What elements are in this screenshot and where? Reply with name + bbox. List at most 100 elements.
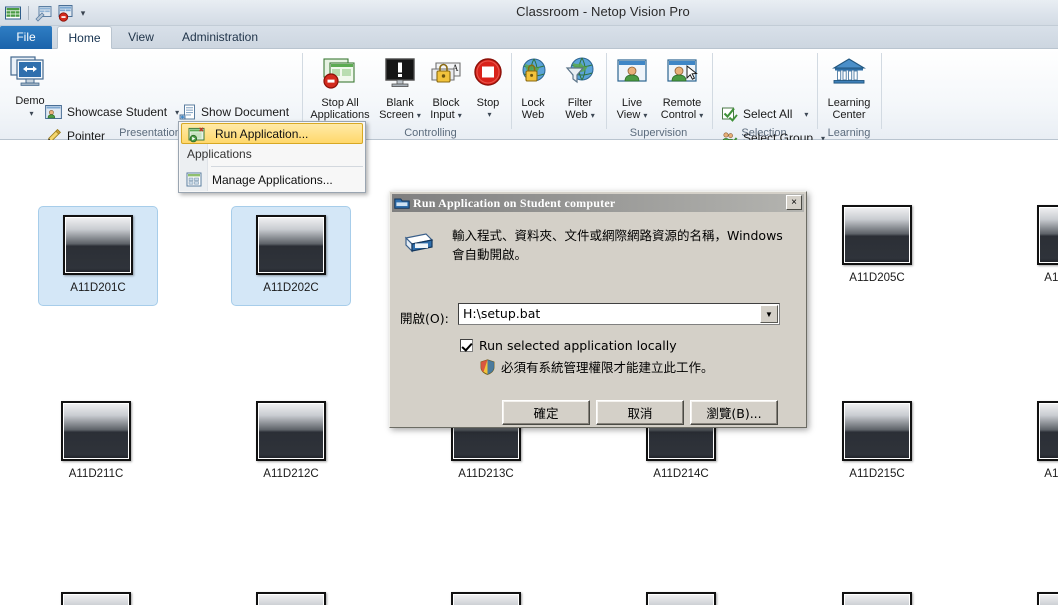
- run-application-dialog[interactable]: Run Application on Student computer × 輸入…: [389, 191, 807, 428]
- group-divider-6: [881, 53, 882, 129]
- student-screen-preview: [842, 592, 912, 605]
- blank-screen-caret-icon[interactable]: ▾: [417, 111, 421, 120]
- ribbon: Presentation Demo ▾ Showcase Student ▾ P…: [0, 49, 1058, 172]
- live-view-label-2: View: [616, 109, 641, 121]
- learning-center-label-1: Learning: [827, 97, 871, 109]
- block-input-button[interactable]: A Block Input ▾: [422, 57, 470, 122]
- filter-web-button[interactable]: Filter Web ▾: [557, 57, 603, 122]
- menu-header-applications: Applications: [179, 144, 365, 164]
- stop-button[interactable]: Stop ▾: [467, 57, 509, 121]
- stop-all-applications-label-1: Stop All: [321, 97, 359, 109]
- block-input-label-2: Input: [430, 109, 455, 121]
- live-view-label-1: Live: [621, 97, 643, 109]
- remote-control-label-2: Control: [660, 109, 697, 121]
- student-screen-preview: [451, 592, 521, 605]
- menu-item-run-application-label: Run Application...: [215, 126, 309, 141]
- ribbon-tab-strip: File Home View Administration: [0, 26, 1058, 49]
- student-screen-preview: [1037, 592, 1058, 605]
- window-title: Classroom - Netop Vision Pro: [516, 4, 690, 19]
- learning-center-icon: [819, 57, 879, 94]
- dialog-title-bar[interactable]: Run Application on Student computer ×: [392, 194, 804, 212]
- run-locally-checkbox-row[interactable]: Run selected application locally: [460, 338, 677, 353]
- student-name-label: A11D212C: [263, 468, 319, 480]
- learning-center-button[interactable]: Learning Center: [819, 57, 879, 121]
- show-document-label: Show Document: [201, 105, 290, 119]
- blank-screen-icon: [376, 57, 424, 94]
- select-all-icon: [721, 106, 738, 123]
- student-screen-preview: [646, 592, 716, 605]
- chevron-down-icon[interactable]: ▼: [760, 305, 778, 323]
- blank-screen-button[interactable]: Blank Screen ▾: [376, 57, 424, 122]
- student-name-label: A11D205C: [849, 272, 905, 284]
- title-bar: ▾ Classroom - Netop Vision Pro: [0, 0, 1058, 26]
- tab-home[interactable]: Home: [57, 26, 112, 49]
- filter-web-icon: [557, 57, 603, 94]
- remote-control-caret-icon[interactable]: ▾: [699, 111, 703, 120]
- group-label-supervision: Supervision: [629, 127, 688, 139]
- remote-control-button[interactable]: Remote Control ▾: [654, 57, 710, 122]
- dialog-window-icon: [394, 196, 410, 210]
- start-application-menu[interactable]: Run Application... Applications Manage A…: [178, 121, 366, 193]
- stop-all-applications-icon: [304, 57, 376, 94]
- lock-web-label-2: Web: [521, 109, 545, 121]
- stop-icon: [467, 57, 509, 94]
- tab-file[interactable]: File: [0, 26, 52, 49]
- filter-web-label-1: Filter: [567, 97, 593, 109]
- open-path-value: H:\setup.bat: [463, 306, 541, 321]
- show-document-icon: [179, 104, 196, 121]
- blank-screen-label-2: Screen: [379, 109, 414, 121]
- dialog-title: Run Application on Student computer: [413, 195, 616, 210]
- student-screen-preview: [256, 215, 326, 275]
- student-name-label: A11D211C: [68, 468, 124, 480]
- dialog-close-button[interactable]: ×: [786, 195, 802, 210]
- admin-note-label: 必須有系統管理權限才能建立此工作。: [501, 360, 714, 375]
- select-all-button[interactable]: Select All ▾: [718, 103, 811, 125]
- lock-web-label-1: Lock: [521, 97, 545, 109]
- showcase-student-label: Showcase Student: [67, 105, 168, 119]
- stop-all-applications-button[interactable]: Stop All Applications: [304, 57, 376, 121]
- filter-web-caret-icon[interactable]: ▾: [591, 111, 595, 120]
- menu-header-applications-label: Applications: [187, 147, 252, 161]
- dialog-body: 輸入程式、資料夾、文件或網際網路資源的名稱，Windows 會自動開啟。 開啟(…: [392, 214, 804, 425]
- student-name-label: A11D213C: [458, 468, 514, 480]
- select-all-caret-icon[interactable]: ▾: [804, 110, 808, 119]
- ok-button[interactable]: 確定: [502, 400, 590, 425]
- menu-divider: [211, 166, 363, 167]
- student-name-label: A11D201C: [70, 282, 126, 294]
- block-input-icon: A: [422, 57, 470, 94]
- tab-administration[interactable]: Administration: [170, 26, 270, 49]
- filter-web-label-2: Web: [565, 109, 588, 121]
- stop-caret-icon[interactable]: ▾: [470, 109, 509, 121]
- student-screen-preview: [842, 205, 912, 265]
- block-input-caret-icon[interactable]: ▾: [458, 111, 462, 120]
- live-view-caret-icon[interactable]: ▾: [643, 111, 647, 120]
- remote-control-icon: [654, 57, 710, 94]
- cancel-button[interactable]: 取消: [596, 400, 684, 425]
- student-name-label: A11D216C: [1044, 468, 1058, 480]
- tab-view[interactable]: View: [118, 26, 164, 49]
- student-screen-preview: [842, 401, 912, 461]
- menu-item-run-application[interactable]: Run Application...: [181, 123, 363, 144]
- learning-center-label-2: Center: [832, 109, 866, 121]
- student-name-label: A11D215C: [849, 468, 905, 480]
- showcase-student-button[interactable]: Showcase Student ▾: [42, 101, 182, 123]
- run-application-icon: [188, 126, 206, 144]
- show-document-button[interactable]: Show Document: [176, 101, 292, 123]
- shield-icon: [480, 358, 495, 375]
- lock-web-button[interactable]: Lock Web: [512, 57, 554, 121]
- run-locally-checkbox[interactable]: [460, 339, 473, 352]
- block-input-label-1: Block: [432, 97, 460, 109]
- student-screen-preview: [61, 592, 131, 605]
- select-all-label: Select All: [743, 107, 793, 121]
- run-locally-label: Run selected application locally: [479, 338, 677, 353]
- browse-button[interactable]: 瀏覽(B)...: [690, 400, 778, 425]
- student-screen-preview: [63, 215, 133, 275]
- group-label-learning: Learning: [827, 127, 871, 139]
- student-screen-preview: [256, 592, 326, 605]
- stop-label: Stop: [476, 97, 500, 109]
- open-path-combobox[interactable]: H:\setup.bat ▼: [458, 303, 780, 325]
- menu-item-manage-applications[interactable]: Manage Applications...: [179, 169, 365, 191]
- live-view-button[interactable]: Live View ▾: [608, 57, 656, 122]
- student-name-label: A11D206C: [1044, 272, 1058, 284]
- student-screen-preview: [256, 401, 326, 461]
